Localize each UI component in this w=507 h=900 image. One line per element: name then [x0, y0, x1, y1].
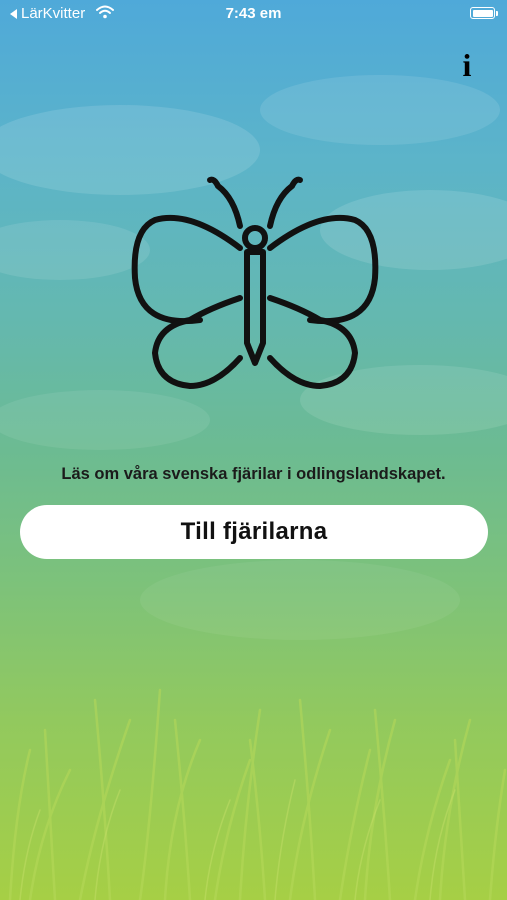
status-bar: LärKvitter 7:43 em [0, 0, 507, 28]
info-icon: i [462, 47, 472, 83]
butterflies-button-label: Till fjärilarna [180, 518, 328, 545]
app-screen: LärKvitter 7:43 em i Läs om våra svenska… [0, 0, 507, 900]
battery-icon [470, 7, 498, 19]
tagline-text: Läs om våra svenska fjärilar i odlingsla… [61, 465, 446, 483]
grass-background [8, 688, 507, 900]
status-time: 7:43 em [225, 5, 282, 22]
info-button[interactable]: i [452, 48, 482, 82]
butterfly-icon [131, 176, 379, 389]
butterflies-button[interactable]: Till fjärilarna [20, 505, 488, 559]
